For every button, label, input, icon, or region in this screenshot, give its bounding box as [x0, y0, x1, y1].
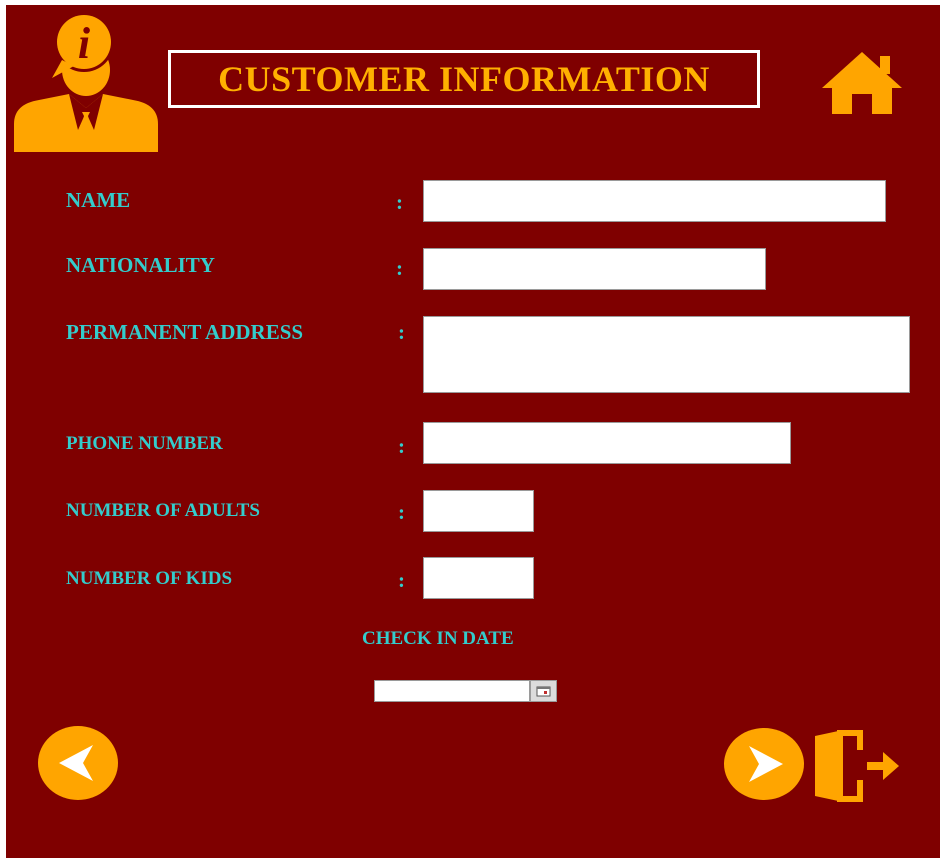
name-separator: : — [396, 190, 403, 214]
home-icon[interactable] — [818, 48, 906, 116]
number-of-kids-label: NUMBER OF KIDS — [66, 568, 233, 589]
svg-text:i: i — [78, 19, 91, 68]
calendar-icon — [536, 686, 551, 697]
number-of-adults-label: NUMBER OF ADULTS — [66, 500, 260, 521]
permanent-address-label: PERMANENT ADDRESS — [66, 320, 304, 344]
check-in-date-picker[interactable] — [374, 680, 530, 702]
number-of-kids-field[interactable] — [423, 557, 534, 599]
phone-number-field[interactable] — [423, 422, 791, 464]
nationality-separator: : — [396, 256, 403, 280]
nationality-label: NATIONALITY — [66, 253, 215, 277]
name-label: NAME — [66, 188, 131, 212]
permanent-address-field[interactable] — [423, 316, 910, 393]
exit-door-icon[interactable] — [813, 728, 901, 804]
check-in-date-label: CHECK IN DATE — [362, 628, 514, 649]
number-of-adults-field[interactable] — [423, 490, 534, 532]
customer-info-icon: i — [14, 12, 158, 152]
calendar-button[interactable] — [530, 680, 557, 702]
page-title: CUSTOMER INFORMATION — [218, 59, 710, 99]
nationality-field[interactable] — [423, 248, 766, 290]
back-button[interactable] — [37, 725, 119, 801]
phone-number-label: PHONE NUMBER — [66, 433, 223, 454]
number-of-kids-separator: : — [398, 568, 405, 592]
name-field[interactable] — [423, 180, 886, 222]
next-button[interactable] — [723, 727, 805, 801]
page-title-box: CUSTOMER INFORMATION — [168, 50, 760, 108]
permanent-address-separator: : — [398, 320, 405, 344]
phone-number-separator: : — [398, 434, 405, 458]
number-of-adults-separator: : — [398, 500, 405, 524]
